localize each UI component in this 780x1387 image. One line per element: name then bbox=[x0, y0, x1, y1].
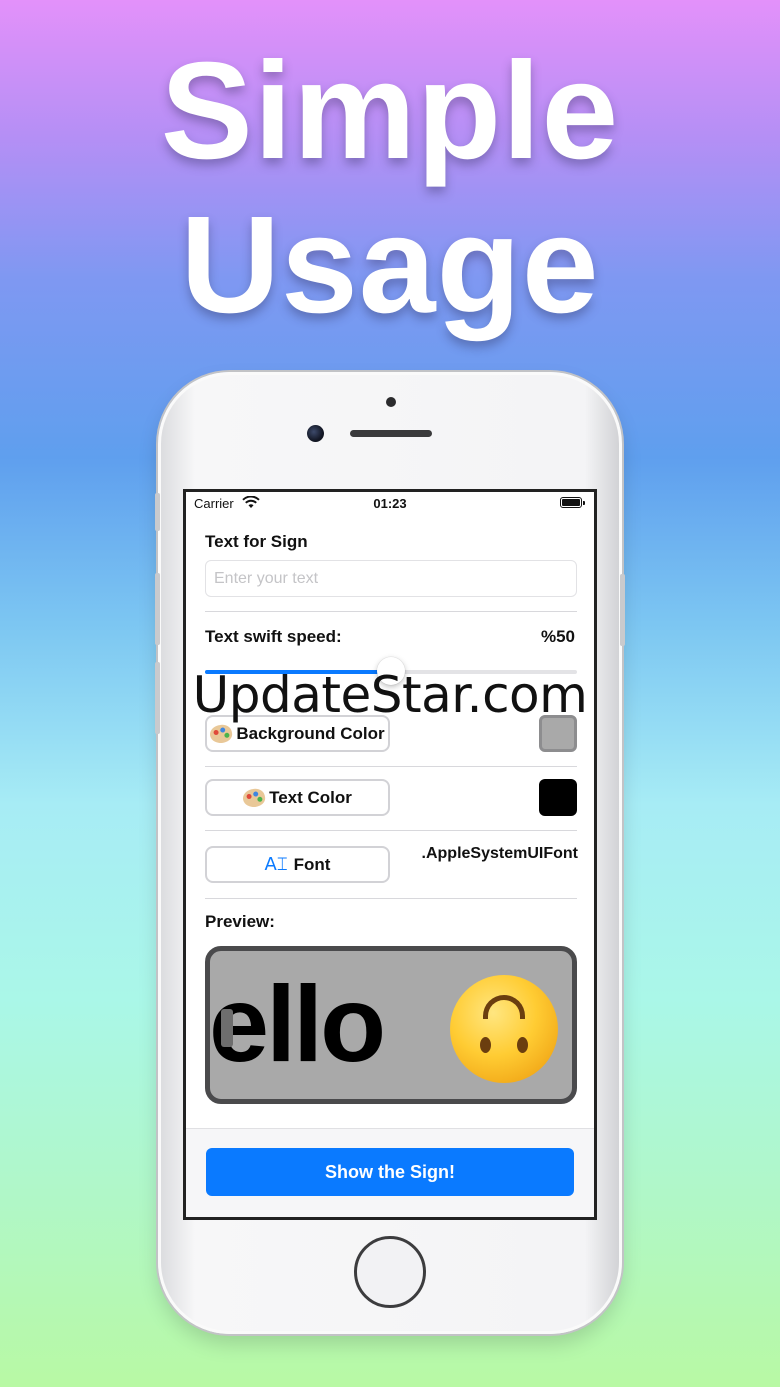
preview-label: Preview: bbox=[205, 912, 275, 931]
palette-icon bbox=[208, 722, 234, 745]
volume-up-button bbox=[155, 573, 160, 645]
watermark-text: UpdateStar.com bbox=[192, 666, 588, 724]
power-button bbox=[620, 574, 625, 646]
promo-headline-line1: Simple bbox=[160, 34, 620, 188]
font-button-label: Font bbox=[293, 854, 331, 874]
status-bar: Carrier 01:23 bbox=[186, 492, 594, 514]
home-button[interactable] bbox=[354, 1236, 426, 1308]
mute-switch bbox=[155, 493, 160, 531]
divider bbox=[205, 898, 577, 899]
status-time: 01:23 bbox=[373, 496, 407, 511]
show-sign-button[interactable]: Show the Sign! bbox=[206, 1148, 574, 1196]
font-icon: A⌶ bbox=[264, 854, 288, 875]
battery-icon bbox=[560, 497, 585, 508]
divider bbox=[205, 830, 577, 831]
palette-icon bbox=[241, 786, 267, 809]
bottom-action-bar: Show the Sign! bbox=[186, 1128, 594, 1217]
text-for-sign-label: Text for Sign bbox=[205, 532, 308, 551]
speed-value: %50 bbox=[540, 627, 575, 646]
speed-label: Text swift speed: bbox=[205, 627, 342, 646]
promo-headline-line2: Usage bbox=[180, 188, 600, 342]
proximity-sensor bbox=[386, 397, 396, 407]
app-screen: Carrier 01:23 Text for Sign Text swift s… bbox=[183, 489, 597, 1220]
sign-preview: lello bbox=[205, 946, 577, 1104]
font-button[interactable]: A⌶ Font bbox=[205, 846, 390, 883]
text-color-swatch[interactable] bbox=[539, 779, 577, 816]
text-color-button[interactable]: Text Color bbox=[205, 779, 390, 816]
divider bbox=[205, 611, 577, 612]
front-camera bbox=[307, 425, 324, 442]
font-name-value: .AppleSystemUIFont bbox=[421, 845, 578, 862]
text-color-button-label: Text Color bbox=[269, 787, 352, 807]
earpiece-speaker bbox=[350, 430, 432, 437]
background-color-button-label: Background Color bbox=[236, 723, 385, 743]
sign-text-input[interactable] bbox=[205, 560, 577, 597]
upside-down-face-emoji-icon bbox=[450, 975, 558, 1083]
divider bbox=[205, 766, 577, 767]
preview-scroll-indicator bbox=[221, 1009, 233, 1047]
